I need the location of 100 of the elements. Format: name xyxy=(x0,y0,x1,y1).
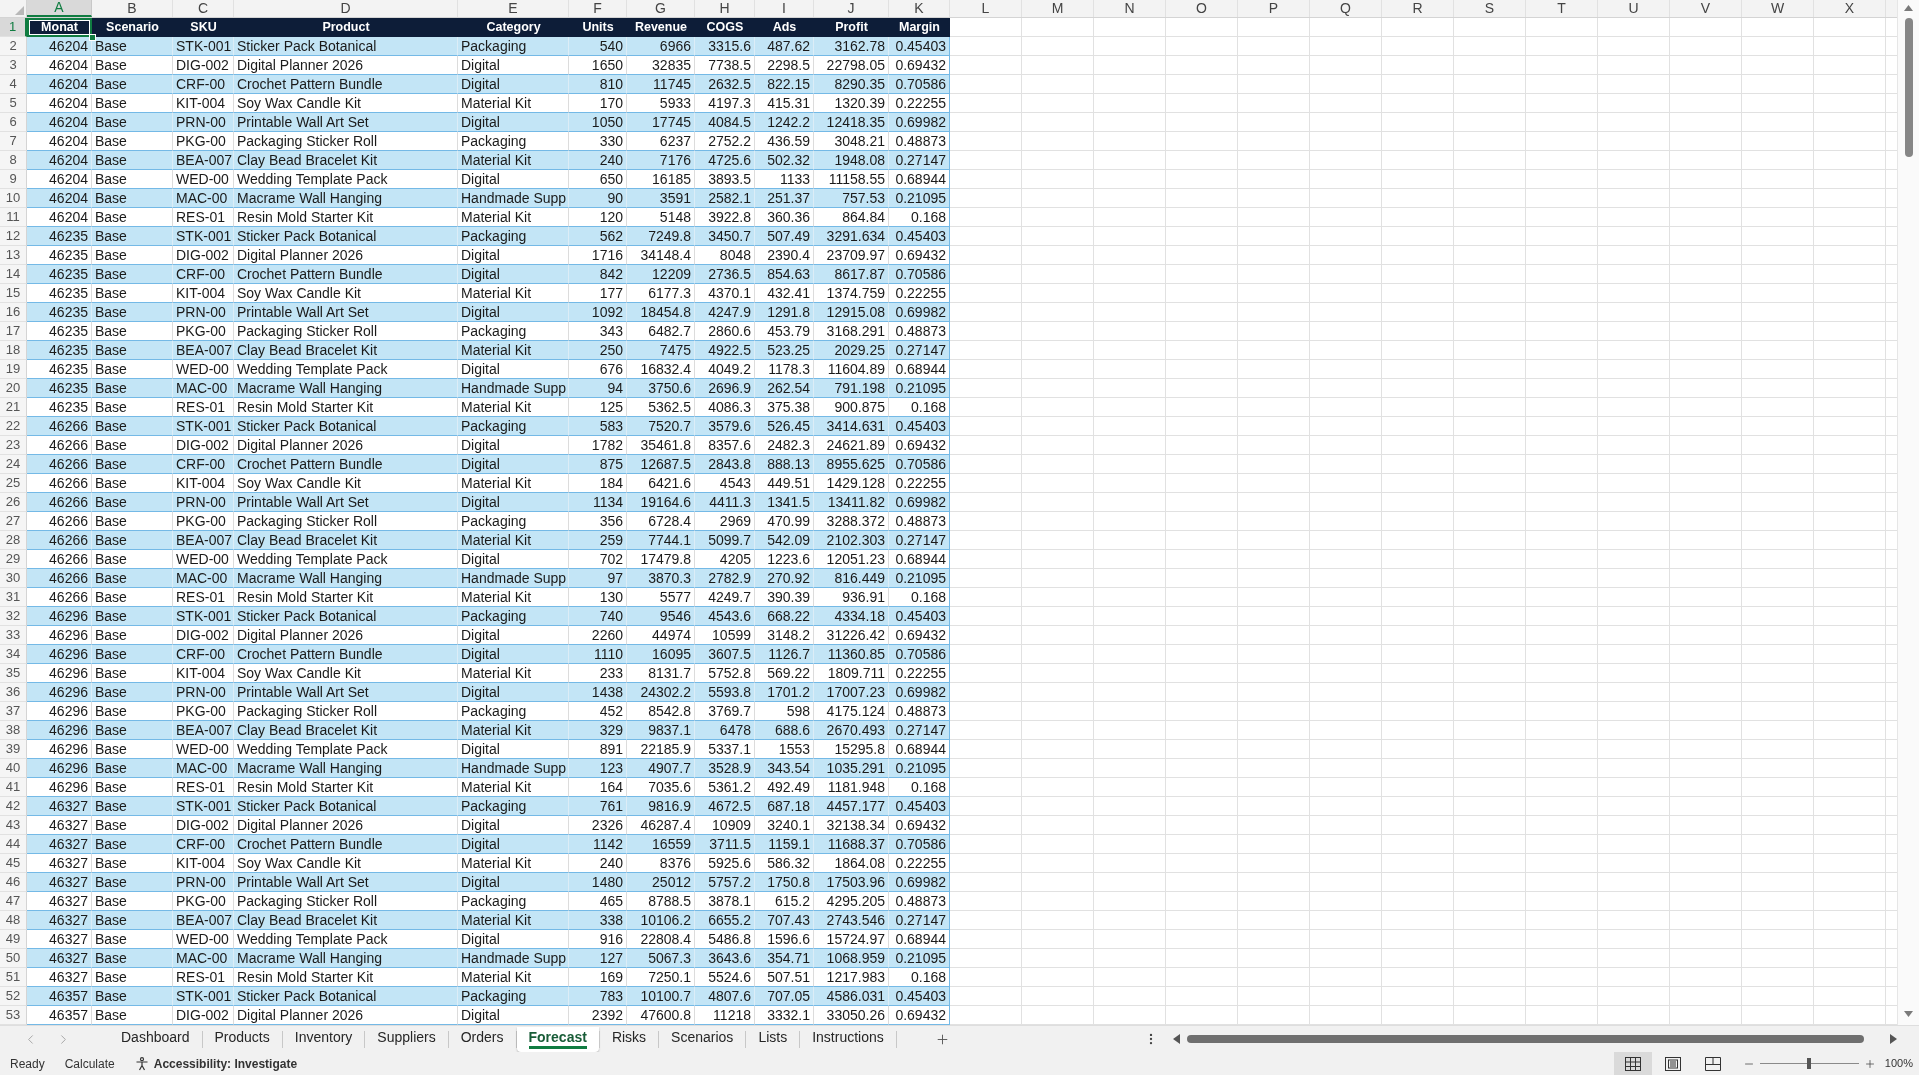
row-number[interactable]: 23 xyxy=(0,436,27,455)
column-letter[interactable]: G xyxy=(627,0,695,17)
row-number[interactable]: 33 xyxy=(0,626,27,645)
column-letter[interactable]: N xyxy=(1094,0,1166,17)
row-number[interactable]: 12 xyxy=(0,227,27,246)
row-number[interactable]: 50 xyxy=(0,949,27,968)
row-number[interactable]: 8 xyxy=(0,151,27,170)
column-letter[interactable]: C xyxy=(173,0,234,17)
sheet-tab[interactable]: Scenarios xyxy=(659,1026,746,1052)
row-number[interactable]: 11 xyxy=(0,208,27,227)
row-number[interactable]: 15 xyxy=(0,284,27,303)
row-number[interactable]: 22 xyxy=(0,417,27,436)
normal-view-button[interactable] xyxy=(1613,1052,1652,1075)
column-letter[interactable]: V xyxy=(1670,0,1742,17)
right-arrow-icon[interactable] xyxy=(1890,1034,1897,1044)
column-letter[interactable]: R xyxy=(1382,0,1454,17)
row-number[interactable]: 41 xyxy=(0,778,27,797)
horizontal-scrollbar-thumb[interactable] xyxy=(1187,1035,1864,1043)
column-letter[interactable]: W xyxy=(1742,0,1814,17)
column-letter[interactable]: K xyxy=(889,0,950,17)
row-number[interactable]: 47 xyxy=(0,892,27,911)
row-number[interactable]: 18 xyxy=(0,341,27,360)
row-number[interactable]: 14 xyxy=(0,265,27,284)
row-number[interactable]: 3 xyxy=(0,56,27,75)
accessibility-button[interactable]: Accessibility: Investigate xyxy=(134,1054,298,1073)
column-letter[interactable]: O xyxy=(1166,0,1238,17)
sheet-tab[interactable]: Suppliers xyxy=(365,1026,448,1052)
row-number[interactable]: 9 xyxy=(0,170,27,189)
column-letter[interactable]: B xyxy=(92,0,173,17)
column-letter[interactable]: P xyxy=(1238,0,1310,17)
row-number[interactable]: 29 xyxy=(0,550,27,569)
row-number[interactable]: 26 xyxy=(0,493,27,512)
row-number[interactable]: 28 xyxy=(0,531,27,550)
row-number[interactable]: 16 xyxy=(0,303,27,322)
sheet-tab[interactable]: Risks xyxy=(599,1026,659,1052)
sheet-tab[interactable]: Dashboard xyxy=(109,1026,202,1052)
column-letter[interactable]: T xyxy=(1526,0,1598,17)
column-letter[interactable]: A xyxy=(27,0,92,17)
row-number[interactable]: 30 xyxy=(0,569,27,588)
down-arrow-icon[interactable] xyxy=(1904,1011,1913,1017)
row-number[interactable]: 53 xyxy=(0,1006,27,1025)
row-number[interactable]: 5 xyxy=(0,94,27,113)
column-letter[interactable]: E xyxy=(458,0,569,17)
row-number[interactable]: 19 xyxy=(0,360,27,379)
sheet-tab[interactable]: Forecast xyxy=(516,1026,599,1052)
column-letter[interactable]: H xyxy=(695,0,755,17)
vertical-scrollbar[interactable] xyxy=(1897,0,1919,1025)
row-number[interactable]: 40 xyxy=(0,759,27,778)
column-letter[interactable]: Q xyxy=(1310,0,1382,17)
row-number[interactable]: 13 xyxy=(0,246,27,265)
table-cell: 343.54 xyxy=(755,759,814,778)
row-number[interactable]: 49 xyxy=(0,930,27,949)
sheet-tab[interactable]: Products xyxy=(202,1026,282,1052)
column-letter[interactable]: X xyxy=(1814,0,1886,17)
row-number[interactable]: 51 xyxy=(0,968,27,987)
sheet-tab[interactable]: Lists xyxy=(746,1026,800,1052)
row-number[interactable]: 20 xyxy=(0,379,27,398)
row-number[interactable]: 21 xyxy=(0,398,27,417)
row-number[interactable]: 17 xyxy=(0,322,27,341)
row-number[interactable]: 37 xyxy=(0,702,27,721)
row-number[interactable]: 35 xyxy=(0,664,27,683)
row-number[interactable]: 52 xyxy=(0,987,27,1006)
row-number[interactable]: 36 xyxy=(0,683,27,702)
column-letter[interactable]: U xyxy=(1598,0,1670,17)
calculate-button[interactable]: Calculate xyxy=(64,1054,115,1073)
row-number[interactable]: 27 xyxy=(0,512,27,531)
sheet-tab[interactable]: Instructions xyxy=(800,1026,896,1052)
row-number[interactable]: 34 xyxy=(0,645,27,664)
row-number[interactable]: 2 xyxy=(0,37,27,56)
column-letter[interactable]: J xyxy=(814,0,889,17)
row-number[interactable]: 4 xyxy=(0,75,27,94)
row-number[interactable]: 46 xyxy=(0,873,27,892)
row-number[interactable]: 10 xyxy=(0,189,27,208)
zoom-slider-thumb[interactable] xyxy=(1807,1058,1812,1069)
row-number[interactable]: 6 xyxy=(0,113,27,132)
up-arrow-icon[interactable] xyxy=(1904,5,1913,11)
fill-handle-icon[interactable] xyxy=(89,34,96,41)
row-number[interactable]: 7 xyxy=(0,132,27,151)
column-letter[interactable]: I xyxy=(755,0,814,17)
sheet-tab[interactable]: Inventory xyxy=(282,1026,365,1052)
column-letter[interactable]: L xyxy=(950,0,1022,17)
row-number[interactable]: 43 xyxy=(0,816,27,835)
left-arrow-icon[interactable] xyxy=(1173,1034,1180,1044)
row-number[interactable]: 42 xyxy=(0,797,27,816)
row-number[interactable]: 25 xyxy=(0,474,27,493)
row-number[interactable]: 38 xyxy=(0,721,27,740)
row-number[interactable]: 1 xyxy=(0,18,27,37)
row-number[interactable]: 32 xyxy=(0,607,27,626)
row-number[interactable]: 24 xyxy=(0,455,27,474)
sheet-tab[interactable]: Orders xyxy=(448,1026,516,1052)
column-letter[interactable]: S xyxy=(1454,0,1526,17)
row-number[interactable]: 44 xyxy=(0,835,27,854)
vertical-scrollbar-thumb[interactable] xyxy=(1904,18,1913,157)
row-number[interactable]: 48 xyxy=(0,911,27,930)
row-number[interactable]: 39 xyxy=(0,740,27,759)
column-letter[interactable]: F xyxy=(569,0,627,17)
column-letter[interactable]: M xyxy=(1022,0,1094,17)
column-letter[interactable]: D xyxy=(234,0,458,17)
row-number[interactable]: 45 xyxy=(0,854,27,873)
row-number[interactable]: 31 xyxy=(0,588,27,607)
